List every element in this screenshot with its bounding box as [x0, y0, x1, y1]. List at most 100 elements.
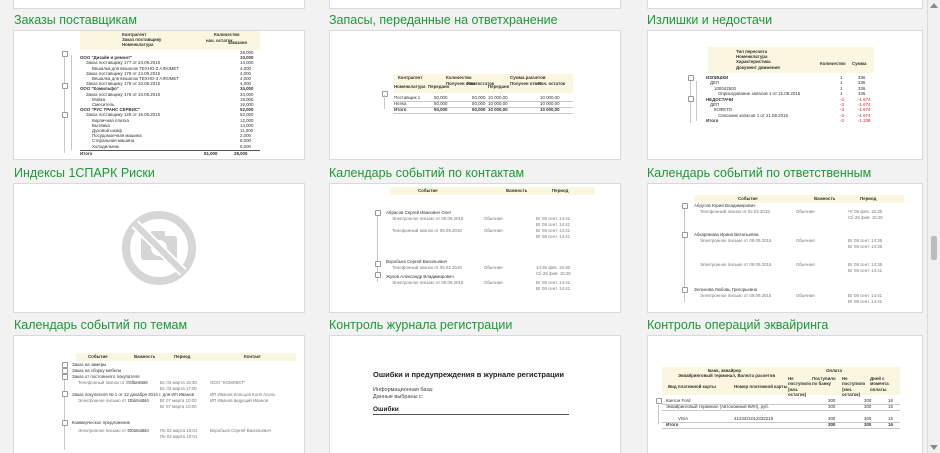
- table-cell-value: -2: [840, 118, 844, 124]
- column-header: Контакт: [244, 354, 261, 359]
- table-cell-value: Чт 05 фев. 15:35: [848, 209, 883, 214]
- table-row-label: Заказ на сборку мебели: [72, 368, 121, 373]
- table-cell-value: Обычная: [796, 238, 815, 243]
- vertical-scrollbar[interactable]: [927, 0, 940, 453]
- table-cell-value: Вт 08 сент. 14:41: [848, 268, 883, 273]
- scrollbar-thumb[interactable]: [931, 236, 937, 260]
- tree-node[interactable]: [62, 83, 68, 89]
- tile-title-event-log-control[interactable]: Контроль журнала регистрации: [329, 318, 512, 332]
- scroll-up-icon[interactable]: [930, 3, 938, 8]
- table-row-label: Списание запасов 1 от 21.08.2015: [718, 112, 788, 118]
- tree-node[interactable]: [62, 374, 68, 380]
- card-supplier-orders[interactable]: Контрагент Заказ поставщику Номенклатура…: [13, 30, 305, 160]
- report-info-line: Данные выбраны с:: [373, 394, 424, 400]
- table-cell-value: Вт 08 сент. 14:35: [848, 244, 883, 249]
- column-header: Важность: [134, 354, 156, 359]
- tile-title-surplus-shortage[interactable]: Излишки и недостачи: [647, 13, 772, 27]
- card-acquiring-control[interactable]: Банк, эквайрер Эквайринговый терминал, В…: [647, 335, 923, 453]
- table-row-label: Абкарямова Ирина Витальевна: [694, 232, 759, 237]
- column-header: Период: [552, 188, 569, 193]
- no-image-camera-icon: [122, 211, 196, 285]
- column-header: Количество: [214, 32, 240, 37]
- column-header: Эквайринговый терминал, Валюта расчетов: [678, 373, 776, 378]
- table-cell-value: Вс 03 марта 17:00: [160, 386, 197, 391]
- tree-node[interactable]: [682, 203, 688, 209]
- card-prev-3[interactable]: [647, 0, 923, 9]
- column-header: Не поступило (нач. остаток): [788, 376, 812, 398]
- section-heading: Ошибки: [373, 406, 399, 413]
- table-cell-value: Пн 02 марта 10:01: [160, 428, 198, 433]
- table-cell-value: 14:35 фев. 15:30: [536, 265, 571, 270]
- column-header: Оплата: [826, 368, 842, 373]
- column-header: Поступило по банку: [812, 376, 836, 387]
- tree-node[interactable]: [682, 232, 688, 238]
- table-header: [708, 47, 874, 73]
- card-events-by-topics[interactable]: Событие Важность Период Контакт Заказ на…: [13, 335, 305, 453]
- column-header: Не поступило (кон. остаток): [842, 376, 866, 398]
- column-header: Период: [860, 196, 877, 201]
- table-cell-value: Обычная: [796, 209, 815, 214]
- tree-node[interactable]: [62, 420, 68, 426]
- tile-title-spark-indices[interactable]: Индексы 1СПАРК Риски: [14, 166, 155, 180]
- table-cell-value: 5,000: [240, 143, 251, 149]
- tree-node[interactable]: [375, 261, 381, 267]
- tree-node[interactable]: [688, 96, 694, 102]
- column-header: Контрагент: [398, 75, 423, 80]
- tree-node[interactable]: [375, 272, 381, 278]
- row-divider: [662, 409, 900, 411]
- tile-title-acquiring-control[interactable]: Контроль операций эквайринга: [647, 318, 828, 332]
- table-cell-value: Вт 08 сент. 14:41: [848, 293, 883, 298]
- card-custody-stock[interactable]: Контрагент Номенклатура Количество Перед…: [329, 30, 621, 160]
- column-header: Характеристика: [736, 59, 771, 64]
- table-cell-value: Обычная: [128, 398, 147, 403]
- card-prev-2[interactable]: [329, 0, 621, 9]
- card-event-log-control[interactable]: Ошибки и предупреждения в журнале регист…: [329, 335, 621, 453]
- table-cell-value: Вт 08 сент. 14:41: [536, 222, 571, 227]
- table-cell-value: Вт 08 сент. 14:41: [536, 280, 571, 285]
- tree-node[interactable]: [62, 112, 68, 118]
- tile-title-supplier-orders[interactable]: Заказы поставщикам: [14, 13, 137, 27]
- tile-title-events-by-responsible[interactable]: Календарь событий по ответственным: [647, 166, 871, 180]
- scroll-down-icon[interactable]: [930, 445, 938, 450]
- table-cell-value: Обычная: [128, 428, 147, 433]
- total-value: 81,000: [204, 151, 218, 156]
- table-row-label: Электронное письмо от 09.09.2015: [700, 262, 772, 267]
- tile-title-events-by-contacts[interactable]: Календарь событий по контактам: [329, 166, 524, 180]
- table-cell-value: -1 338: [858, 118, 871, 124]
- tree-node[interactable]: [62, 51, 68, 57]
- column-header: Событие: [418, 188, 438, 193]
- tile-title-custody-stock[interactable]: Запасы, переданные на ответхранение: [329, 13, 558, 27]
- table-cell-value: ИП Иванов Кольцов Коля Асель: [210, 392, 276, 397]
- table-row-label: Абрутов Юрий Владимирович: [694, 203, 756, 208]
- card-prev-1[interactable]: [13, 0, 305, 9]
- tree-line: [696, 81, 697, 121]
- card-surplus-shortage[interactable]: Тип пересчета Номенклатура Характеристик…: [647, 30, 923, 160]
- card-events-by-responsible[interactable]: Событие Важность Период Абрутов Юрий Вла…: [647, 183, 923, 313]
- column-header: Событие: [738, 196, 758, 201]
- table-row-label: Электронное письмо от 09.09.2015: [700, 238, 772, 243]
- table-cell-value: Вт 08 сент. 14:41: [536, 216, 571, 221]
- card-spark-indices[interactable]: [13, 183, 305, 313]
- tree-node[interactable]: [688, 75, 694, 81]
- tree-node[interactable]: [682, 287, 688, 293]
- table-cell-value: Вт 08 сент. 14:41: [848, 299, 883, 304]
- table-cell-value: Обычная: [484, 280, 503, 285]
- table-row-label: Заказ от постоянного покупателя: [72, 374, 140, 379]
- table-cell-value: Сб 28 фев. 15:30: [848, 215, 883, 220]
- column-header: Передано: [488, 84, 510, 89]
- table-cell-value: Обычная: [484, 228, 503, 233]
- tree-node[interactable]: [62, 391, 68, 397]
- tile-title-events-by-topics[interactable]: Календарь событий по темам: [14, 318, 187, 332]
- table-row-label: Коммерческое предложение: [72, 420, 131, 425]
- table-cell-value: Обычная: [484, 216, 503, 221]
- tree-line: [658, 402, 659, 424]
- column-header: Важность: [506, 188, 528, 193]
- column-header: Период: [174, 354, 191, 359]
- table-cell-value: Сб 28 фев. 15:30: [536, 271, 571, 276]
- table-row-label: Заказ на замеры: [72, 362, 107, 367]
- tree-node[interactable]: [375, 210, 381, 216]
- card-events-by-contacts[interactable]: Событие Важность Период Абрасов Сергей И…: [329, 183, 621, 313]
- tree-node[interactable]: [382, 91, 388, 97]
- column-header: Количество: [446, 75, 472, 80]
- tree-line: [71, 55, 72, 150]
